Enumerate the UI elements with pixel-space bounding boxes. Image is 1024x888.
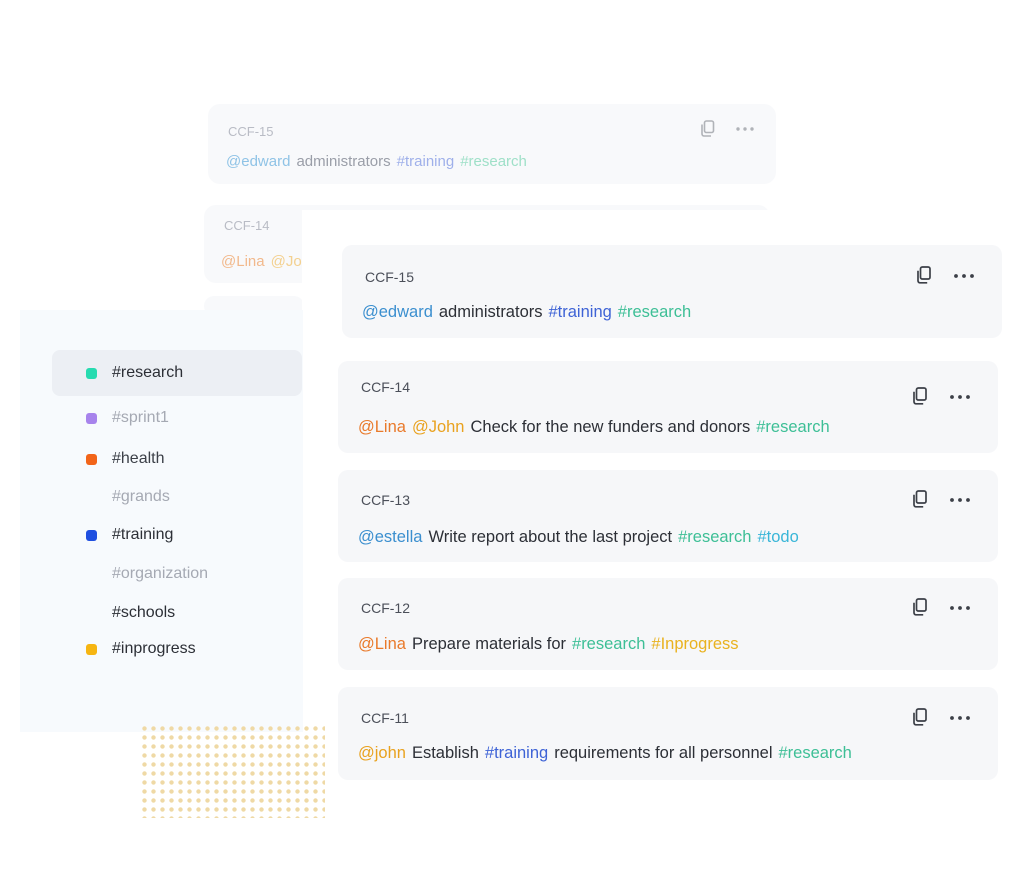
ghost-token: @Lina xyxy=(221,253,265,270)
task-card[interactable]: CCF-12 @Lina Prepare materials for #researc… xyxy=(338,578,998,670)
more-icon[interactable] xyxy=(950,394,970,399)
sidebar-item-schools[interactable]: #schools xyxy=(52,598,302,628)
copy-icon[interactable] xyxy=(912,598,928,617)
tag-sidebar: #research #sprint1 #health #grands #training… xyxy=(20,310,303,732)
sidebar-item-health[interactable]: #health xyxy=(52,444,302,474)
more-icon xyxy=(736,127,754,131)
sidebar-item-label: #sprint1 xyxy=(112,409,169,426)
ghost-card-id: CCF-15 xyxy=(228,124,274,139)
more-icon[interactable] xyxy=(950,497,970,502)
more-icon[interactable] xyxy=(954,273,974,278)
mention[interactable]: @John xyxy=(412,418,465,436)
sidebar-item-label: #health xyxy=(112,450,165,467)
tag-color-dot xyxy=(86,367,97,379)
task-text: @Lina @John Check for the new funders and … xyxy=(358,418,836,437)
ghost-card: CCF-15 @edward administrators #training #re… xyxy=(208,104,776,184)
sidebar-item-label: #schools xyxy=(112,604,176,621)
task-id: CCF-15 xyxy=(365,269,415,285)
copy-icon[interactable] xyxy=(912,490,928,509)
hashtag[interactable]: #Inprogress xyxy=(651,635,738,653)
ghost-token: administrators xyxy=(296,153,391,170)
sidebar-item-research[interactable]: #research xyxy=(52,350,302,396)
hashtag[interactable]: #research xyxy=(618,303,691,321)
task-card[interactable]: CCF-13 @estella Write report about the las… xyxy=(338,470,998,562)
ghost-token: #research xyxy=(460,153,527,170)
tag-color-dot xyxy=(86,643,97,655)
copy-icon xyxy=(700,120,716,138)
hashtag[interactable]: #training xyxy=(485,744,548,762)
sidebar-item-label: #training xyxy=(112,526,174,543)
hashtag[interactable]: #research xyxy=(572,635,645,653)
task-id: CCF-14 xyxy=(361,379,411,395)
sidebar-item-organization[interactable]: #organization xyxy=(52,559,302,589)
tag-color-dot xyxy=(86,529,97,541)
task-text-segment: administrators xyxy=(438,303,543,321)
more-icon[interactable] xyxy=(950,715,970,720)
mention[interactable]: @Lina xyxy=(358,635,406,653)
sidebar-item-grands[interactable]: #grands xyxy=(52,482,302,512)
tag-color-dot xyxy=(86,453,97,465)
ghost-card-text: @edward administrators #training #research xyxy=(226,153,533,170)
sidebar-item-label: #organization xyxy=(112,565,209,582)
sidebar-item-label: #grands xyxy=(112,488,170,505)
task-text-segment: Prepare materials for xyxy=(411,635,567,653)
tag-color-dot xyxy=(86,412,97,424)
task-card[interactable]: CCF-11 @john Establish #training requirement… xyxy=(338,687,998,780)
ghost-token: #training xyxy=(396,153,455,170)
hashtag[interactable]: #research xyxy=(778,744,851,762)
copy-icon[interactable] xyxy=(916,266,932,285)
sidebar-item-inprogress[interactable]: #inprogress xyxy=(52,634,302,664)
task-text: @john Establish #training requirements for … xyxy=(358,744,858,763)
copy-icon[interactable] xyxy=(912,387,928,406)
task-text-segment: Check for the new funders and donors xyxy=(470,418,751,436)
task-text-segment: Write report about the last project xyxy=(428,528,673,546)
mention[interactable]: @edward xyxy=(362,303,433,321)
task-id: CCF-13 xyxy=(361,492,411,508)
task-card[interactable]: CCF-15 @edward administrators #training #res… xyxy=(342,245,1002,338)
task-text-segment: requirements for all personnel xyxy=(554,744,773,762)
hashtag[interactable]: #todo xyxy=(757,528,798,546)
sidebar-item-sprint1[interactable]: #sprint1 xyxy=(52,403,302,433)
task-text: @Lina Prepare materials for #research #Inpr… xyxy=(358,635,745,654)
mention[interactable]: @Lina xyxy=(358,418,406,436)
hashtag[interactable]: #training xyxy=(549,303,612,321)
sidebar-item-label: #research xyxy=(112,364,184,381)
sidebar-item-label: #inprogress xyxy=(112,640,196,657)
sidebar-item-training[interactable]: #training xyxy=(52,520,302,550)
ghost-card-id: CCF-14 xyxy=(224,218,270,233)
more-icon[interactable] xyxy=(950,605,970,610)
hashtag[interactable]: #research xyxy=(756,418,829,436)
task-id: CCF-12 xyxy=(361,600,411,616)
task-card[interactable]: CCF-14 @Lina @John Check for the new funder… xyxy=(338,361,998,453)
copy-icon[interactable] xyxy=(912,708,928,727)
mention[interactable]: @john xyxy=(358,744,406,762)
ghost-token: @edward xyxy=(226,153,291,170)
task-text: @edward administrators #training #research xyxy=(362,303,697,322)
task-id: CCF-11 xyxy=(361,710,409,726)
dot-pattern xyxy=(140,724,325,818)
task-text: @estella Write report about the last proj… xyxy=(358,528,805,547)
mention[interactable]: @estella xyxy=(358,528,422,546)
hashtag[interactable]: #research xyxy=(678,528,751,546)
task-text-segment: Establish xyxy=(411,744,479,762)
